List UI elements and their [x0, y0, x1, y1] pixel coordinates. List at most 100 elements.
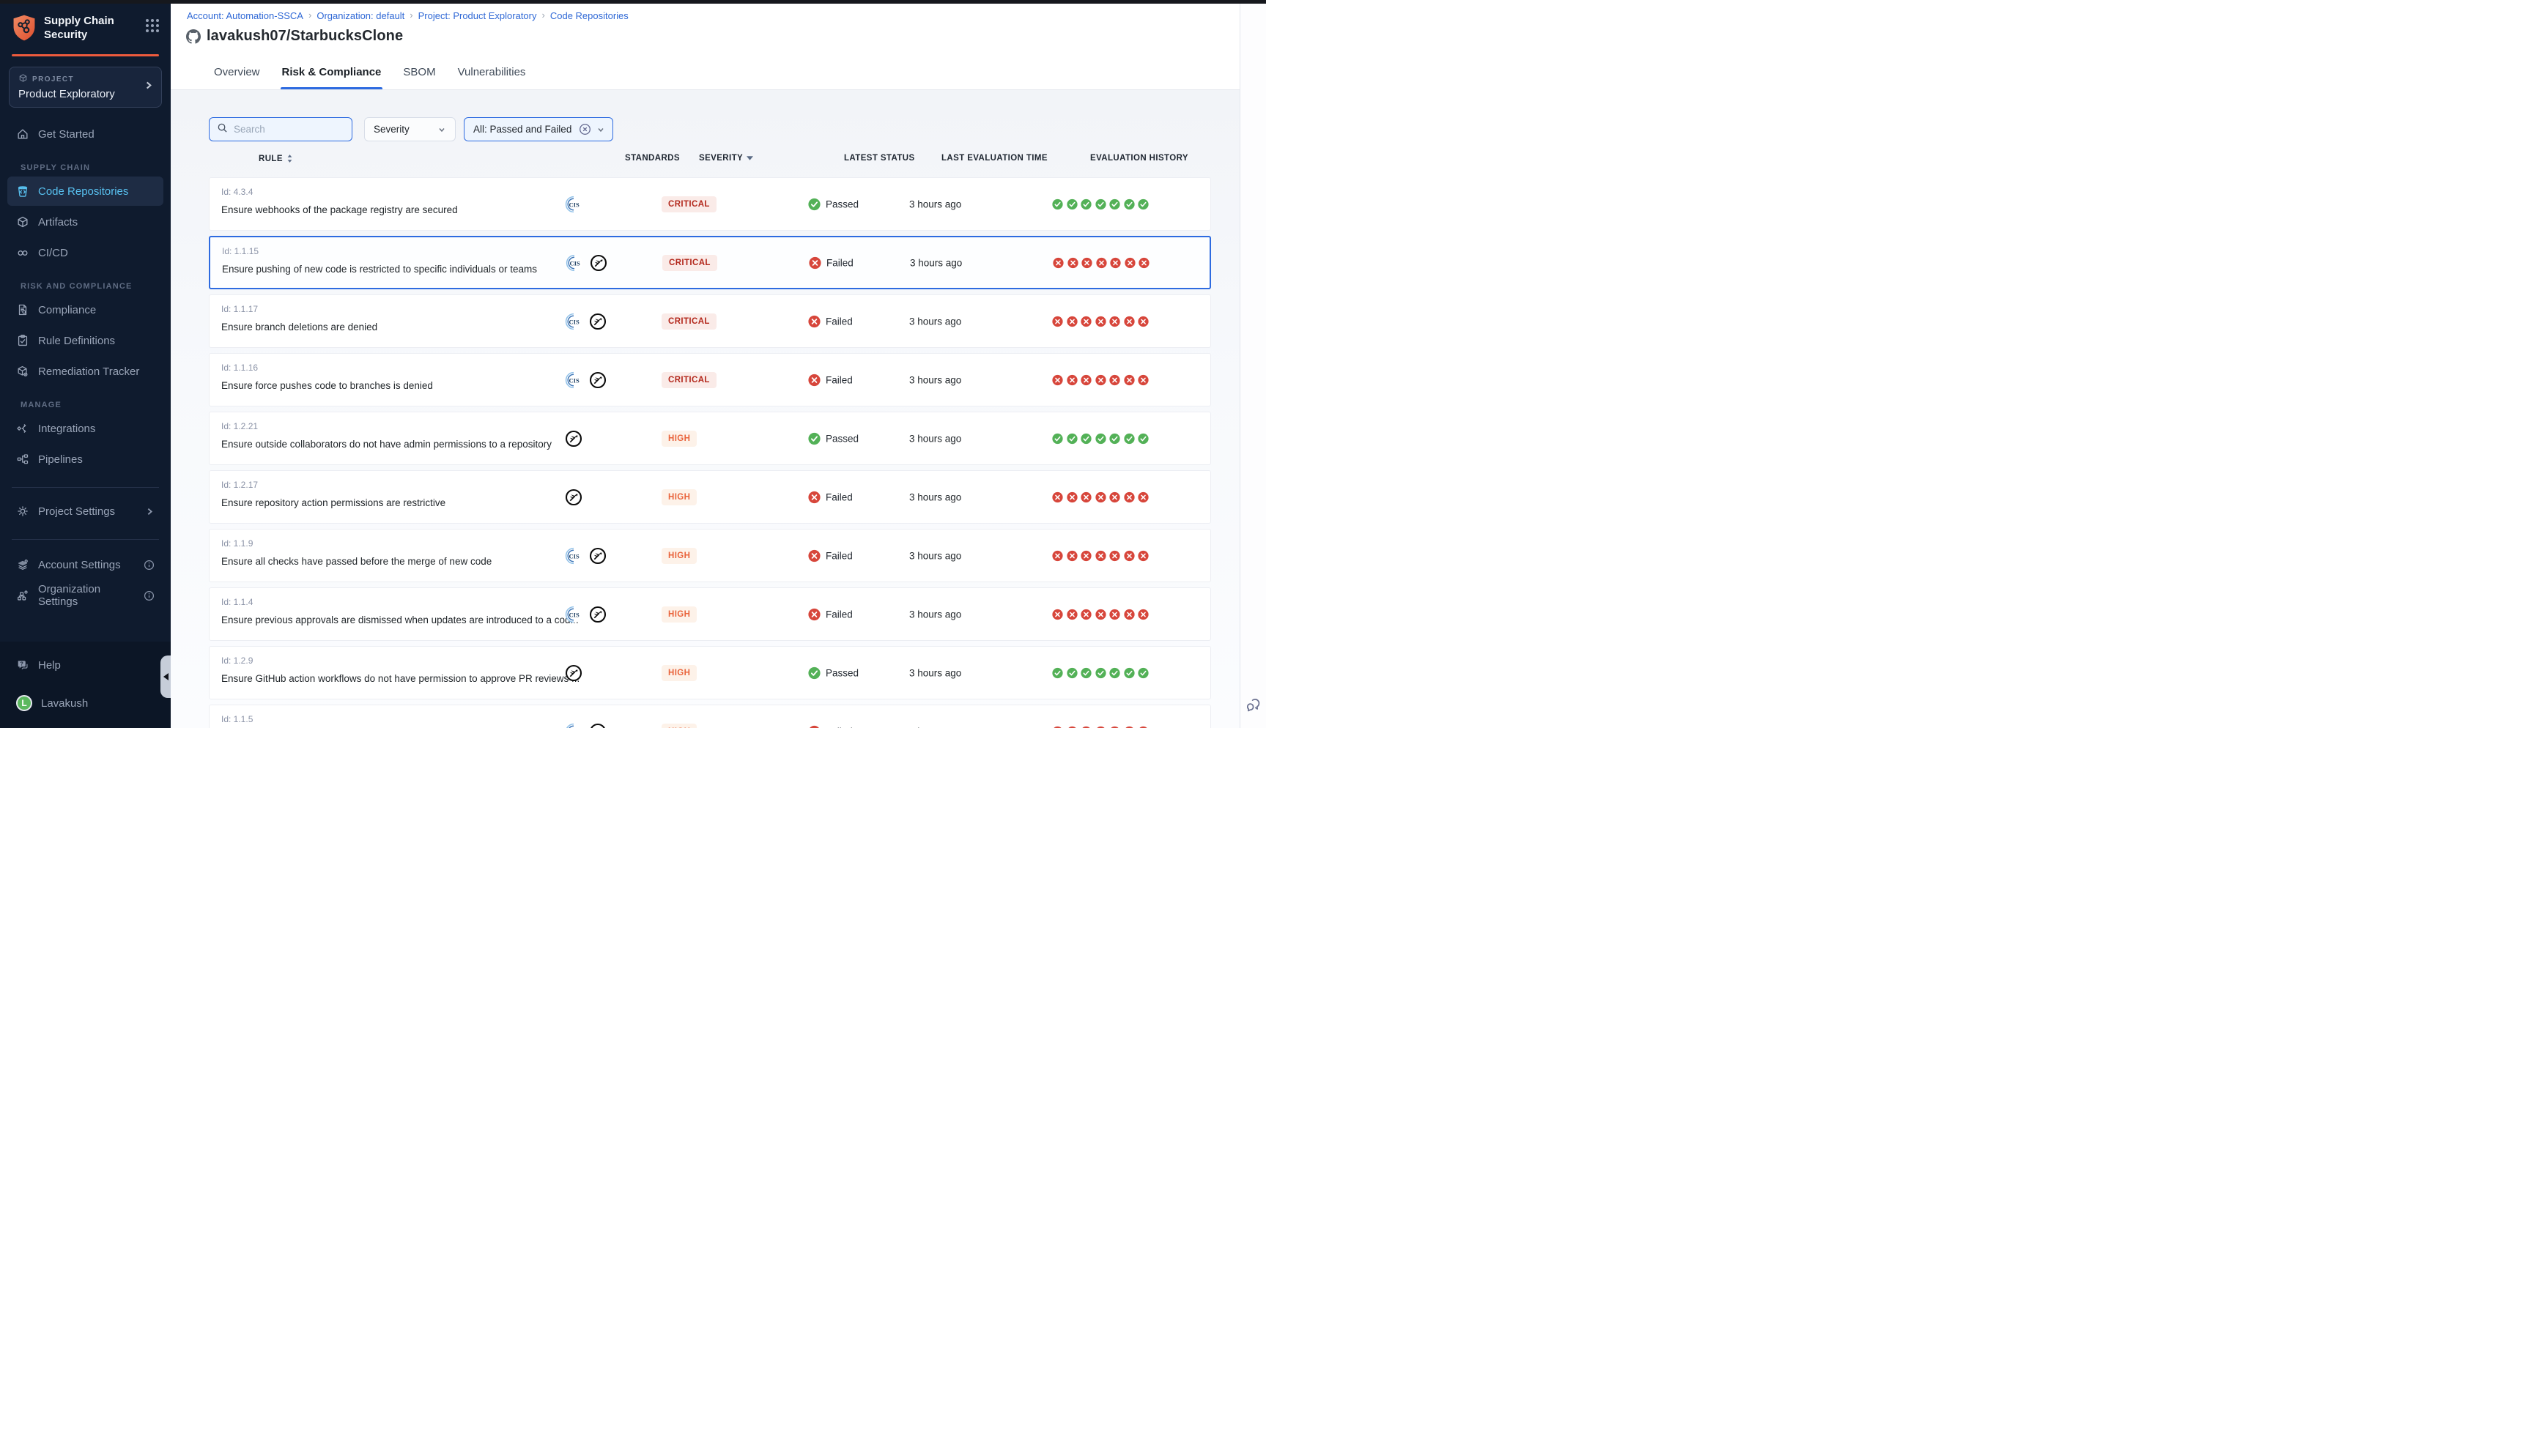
severity-badge: HIGH — [662, 489, 697, 505]
user-menu[interactable]: L Lavakush — [7, 688, 163, 718]
artifacts-box-icon — [16, 215, 29, 229]
sidebar-item-help[interactable]: ? Help — [7, 650, 163, 680]
sidebar-item-organization-settings[interactable]: Organization Settings — [7, 581, 163, 610]
page-title: lavakush07/StarbucksClone — [186, 28, 403, 45]
sidebar-item-remediation-tracker[interactable]: Remediation Tracker — [7, 357, 163, 386]
sidebar-collapse-handle[interactable] — [160, 655, 171, 698]
owasp-standard-icon — [590, 254, 607, 272]
failed-status-icon — [808, 374, 821, 386]
severity-badge: HIGH — [662, 548, 697, 564]
breadcrumb-link-account[interactable]: Account: Automation-SSCA — [187, 10, 303, 21]
sidebar-item-code-repositories[interactable]: Code Repositories — [7, 177, 163, 206]
owasp-standard-icon — [565, 664, 582, 682]
standards-cell: CIS — [566, 254, 607, 272]
app-window: Supply Chain Security PROJECT Product Ex… — [0, 0, 1266, 728]
table-row[interactable]: Id: 1.2.21 Ensure outside collaborators … — [209, 412, 1211, 465]
chat-bubbles-icon[interactable] — [1245, 696, 1262, 713]
tab-risk-and-compliance[interactable]: Risk & Compliance — [281, 66, 383, 89]
status-label: Passed — [826, 198, 859, 209]
latest-status-cell: Failed — [809, 256, 854, 269]
brand-divider — [12, 54, 159, 56]
tab-overview[interactable]: Overview — [212, 66, 262, 89]
severity-filter-dropdown[interactable]: Severity — [364, 117, 456, 141]
info-icon[interactable] — [144, 590, 155, 601]
sidebar-footer: ? Help L Lavakush — [0, 642, 171, 728]
last-evaluation-time: 3 hours ago — [909, 198, 961, 209]
repository-title: lavakush07/StarbucksClone — [207, 28, 403, 45]
sort-icon[interactable] — [286, 154, 293, 163]
clear-filter-icon[interactable] — [579, 123, 591, 135]
home-icon — [16, 127, 29, 141]
sidebar-item-get-started[interactable]: Get Started — [7, 119, 163, 149]
rule-id: Id: 1.1.5 — [221, 714, 253, 724]
last-evaluation-time: 3 hours ago — [909, 609, 961, 620]
history-fail-icon — [1052, 316, 1063, 327]
rule-id: Id: 1.2.21 — [221, 421, 258, 431]
box-wrench-icon — [16, 365, 29, 378]
page-header: Account: Automation-SSCA › Organization:… — [171, 4, 1240, 90]
sidebar-item-rule-definitions[interactable]: Rule Definitions — [7, 326, 163, 355]
column-latest-status: LATEST STATUS — [844, 154, 915, 163]
status-label: Passed — [826, 433, 859, 444]
sidebar-item-pipelines[interactable]: Pipelines — [7, 445, 163, 474]
last-evaluation-time: 3 hours ago — [909, 374, 961, 385]
chevron-down-icon — [596, 125, 605, 134]
severity-badge: CRITICAL — [662, 196, 717, 212]
status-filter-dropdown[interactable]: All: Passed and Failed — [464, 117, 613, 141]
last-evaluation-time: 3 hours ago — [909, 667, 961, 678]
cis-standard-icon: CIS — [565, 313, 582, 330]
tab-vulnerabilities[interactable]: Vulnerabilities — [456, 66, 528, 89]
table-row[interactable]: Id: 1.1.17 Ensure branch deletions are d… — [209, 294, 1211, 348]
sidebar-item-cicd[interactable]: CI/CD — [7, 238, 163, 267]
sidebar-item-project-settings[interactable]: Project Settings — [7, 497, 163, 526]
sidebar-item-label: Integrations — [38, 423, 95, 435]
column-severity: SEVERITY — [699, 154, 753, 163]
table-row[interactable]: Id: 1.1.9 Ensure all checks have passed … — [209, 529, 1211, 582]
sidebar-item-compliance[interactable]: Compliance — [7, 295, 163, 324]
svg-text:CIS: CIS — [569, 318, 580, 325]
history-fail-icon — [1138, 726, 1149, 728]
standards-cell: CIS — [565, 723, 607, 729]
standards-cell: CIS — [565, 547, 607, 565]
rule-id: Id: 1.2.9 — [221, 655, 253, 666]
table-row[interactable]: Id: 4.3.4 Ensure webhooks of the package… — [209, 177, 1211, 231]
last-evaluation-time: 3 hours ago — [909, 433, 961, 444]
breadcrumb-link-project[interactable]: Project: Product Exploratory — [418, 10, 537, 21]
standards-cell — [565, 430, 582, 447]
chevron-right-icon — [145, 507, 155, 516]
column-last-evaluation-time: LAST EVALUATION TIME — [941, 154, 1048, 163]
svg-text:CIS: CIS — [569, 201, 580, 208]
history-fail-icon — [1095, 550, 1106, 561]
sidebar-item-integrations[interactable]: Integrations — [7, 414, 163, 443]
table-row[interactable]: Id: 1.2.17 Ensure repository action perm… — [209, 470, 1211, 524]
rule-id: Id: 1.1.15 — [222, 246, 259, 256]
breadcrumb-link-organization[interactable]: Organization: default — [316, 10, 404, 21]
history-pass-icon — [1067, 667, 1078, 678]
sidebar-divider — [12, 487, 159, 488]
breadcrumb-link-code-repositories[interactable]: Code Repositories — [550, 10, 629, 21]
status-label: Failed — [826, 257, 854, 268]
history-fail-icon — [1109, 491, 1120, 502]
tab-sbom[interactable]: SBOM — [401, 66, 437, 89]
cis-standard-icon: CIS — [565, 606, 582, 623]
passed-status-icon — [808, 666, 821, 679]
chevron-right-icon — [144, 81, 154, 94]
sidebar-item-account-settings[interactable]: Account Settings — [7, 550, 163, 579]
app-switcher-grid-icon[interactable] — [146, 19, 159, 32]
info-icon[interactable] — [144, 560, 155, 571]
sidebar-item-label: Account Settings — [38, 559, 121, 571]
history-fail-icon — [1067, 316, 1078, 327]
history-fail-icon — [1081, 316, 1092, 327]
table-row[interactable]: Id: 1.1.16 Ensure force pushes code to b… — [209, 353, 1211, 406]
table-row[interactable]: Id: 1.1.4 Ensure previous approvals are … — [209, 587, 1211, 641]
table-row[interactable]: Id: 1.1.5 CIS HIGH Failed 3 hours ago — [209, 705, 1211, 728]
project-selector[interactable]: PROJECT Product Exploratory — [9, 67, 162, 108]
history-fail-icon — [1125, 257, 1136, 268]
sidebar-item-label: Help — [38, 659, 61, 672]
latest-status-cell: Failed — [808, 549, 853, 562]
caret-down-icon[interactable] — [747, 156, 753, 160]
table-row[interactable]: Id: 1.1.15 Ensure pushing of new code is… — [209, 236, 1211, 289]
sidebar-item-artifacts[interactable]: Artifacts — [7, 207, 163, 237]
search-input[interactable] — [234, 124, 344, 135]
table-row[interactable]: Id: 1.2.9 Ensure GitHub action workflows… — [209, 646, 1211, 699]
